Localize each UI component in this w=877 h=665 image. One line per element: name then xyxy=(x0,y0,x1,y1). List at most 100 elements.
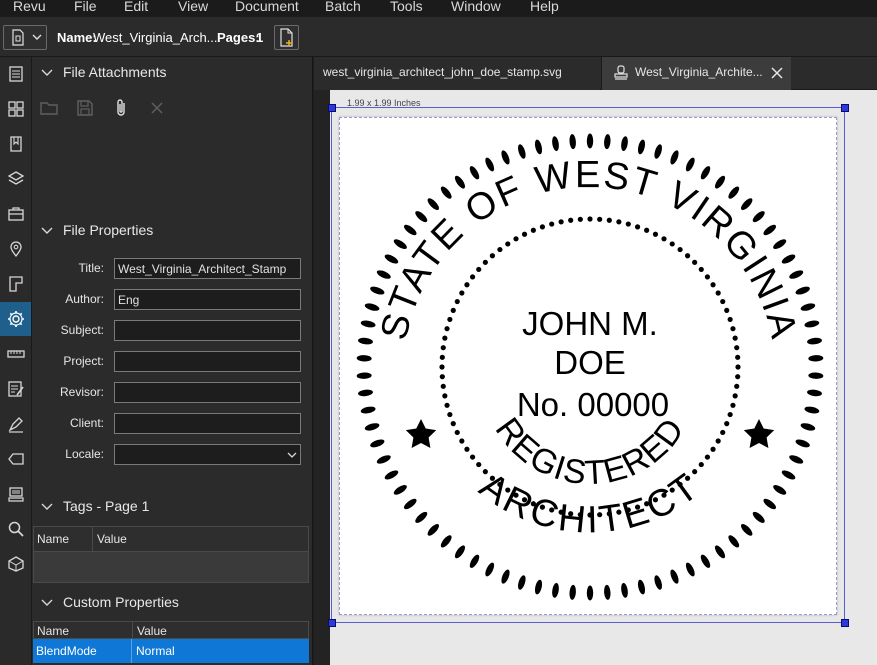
rail-stamp-button[interactable] xyxy=(0,477,31,511)
ring-dash xyxy=(621,136,628,152)
rail-measure-button[interactable] xyxy=(0,267,31,301)
custom-row-value[interactable]: Normal xyxy=(136,644,175,658)
tab-svg-file[interactable]: west_virginia_architect_john_doe_stamp.s… xyxy=(314,57,600,90)
menu-batch[interactable]: Batch xyxy=(325,0,361,14)
menu-window[interactable]: Window xyxy=(451,0,501,14)
panel-rail xyxy=(0,57,32,665)
table-row[interactable]: BlendMode Normal xyxy=(33,639,309,663)
architect-stamp[interactable]: STATE OF WEST VIRGINIA REGISTERED ARCHIT… xyxy=(339,117,837,615)
file-properties-title: File Properties xyxy=(63,222,154,238)
custom-properties-header[interactable]: Custom Properties xyxy=(32,592,313,614)
column-divider[interactable] xyxy=(132,622,133,639)
author-label: Author: xyxy=(65,292,104,306)
resize-handle-top-right[interactable] xyxy=(841,104,849,112)
rail-signature-button[interactable] xyxy=(0,407,31,441)
ring-dash xyxy=(800,423,816,431)
dimension-label: 1.99 x 1.99 Inches xyxy=(347,98,421,108)
menu-edit[interactable]: Edit xyxy=(124,0,148,14)
resize-handle-bottom-left[interactable] xyxy=(328,619,336,627)
rail-thumbnails-button[interactable] xyxy=(0,57,31,91)
subject-label: Subject: xyxy=(60,323,104,337)
ring-dash xyxy=(569,584,576,600)
rail-tag-button[interactable] xyxy=(0,442,31,476)
ring-dash xyxy=(685,157,695,172)
markups-icon xyxy=(7,381,24,397)
rail-layers-button[interactable] xyxy=(0,162,31,196)
ring-dot xyxy=(669,241,675,247)
document-menu-button[interactable] xyxy=(3,25,47,50)
resize-handle-top-left[interactable] xyxy=(328,104,336,112)
paperclip-icon xyxy=(117,99,125,116)
ring-dash xyxy=(700,554,711,568)
title-field[interactable] xyxy=(114,258,301,279)
tags-header[interactable]: Tags - Page 1 xyxy=(32,496,313,518)
add-attachment-button[interactable] xyxy=(110,97,132,119)
ring-dot xyxy=(734,383,740,389)
client-field[interactable] xyxy=(114,413,301,434)
menu-tools[interactable]: Tools xyxy=(390,0,423,14)
file-attachments-header[interactable]: File Attachments xyxy=(32,62,313,84)
menu-revu[interactable]: Revu xyxy=(13,0,46,14)
ring-dash xyxy=(763,498,777,510)
ring-dot xyxy=(724,421,730,427)
revisor-field[interactable] xyxy=(114,382,301,403)
menu-help[interactable]: Help xyxy=(530,0,559,14)
ring-dot xyxy=(440,383,446,389)
ring-dot xyxy=(497,246,503,253)
author-field[interactable] xyxy=(114,289,301,310)
ring-dot xyxy=(644,227,650,233)
rail-properties-button[interactable] xyxy=(0,302,31,336)
custom-col-value[interactable]: Value xyxy=(137,624,167,638)
tags-grid-header: Name Value xyxy=(34,527,308,552)
rail-bookmarks-button[interactable] xyxy=(0,127,31,161)
ring-dash xyxy=(586,585,594,601)
ring-dash xyxy=(714,175,726,189)
ring-dash xyxy=(552,582,559,598)
tags-col-value[interactable]: Value xyxy=(97,532,127,546)
ring-dot xyxy=(558,219,564,225)
column-divider[interactable] xyxy=(92,527,93,551)
custom-col-name[interactable]: Name xyxy=(37,624,69,638)
menu-file[interactable]: File xyxy=(74,0,97,14)
project-field[interactable] xyxy=(114,351,301,372)
locale-select[interactable] xyxy=(114,444,301,465)
ring-dash xyxy=(807,389,822,397)
rail-markups-button[interactable] xyxy=(0,372,31,406)
ring-dash xyxy=(654,144,662,159)
rail-places-button[interactable] xyxy=(0,232,31,266)
save-icon xyxy=(77,100,93,116)
tab-stamp-file[interactable]: West_Virginia_Archite... xyxy=(601,57,791,90)
ring-dot xyxy=(513,236,519,242)
properties-panel: File Attachments File Properties Title: … xyxy=(32,57,313,665)
ring-dash xyxy=(518,575,526,590)
rail-grid-button[interactable] xyxy=(0,92,31,126)
ring-dash xyxy=(800,303,816,311)
rail-3d-button[interactable] xyxy=(0,547,31,581)
rail-toolchest-button[interactable] xyxy=(0,197,31,231)
ring-dot xyxy=(692,469,698,475)
chevron-down-icon xyxy=(41,69,53,76)
remove-attachment-button[interactable] xyxy=(146,97,168,119)
ring-dash xyxy=(440,535,452,548)
menu-view[interactable]: View xyxy=(178,0,208,14)
ring-dot xyxy=(450,307,456,313)
ring-dash xyxy=(427,198,439,211)
menu-document[interactable]: Document xyxy=(235,0,299,14)
rail-ruler-button[interactable] xyxy=(0,337,31,371)
custom-grid-header: Name Value xyxy=(33,621,309,639)
tags-col-name[interactable]: Name xyxy=(37,532,69,546)
close-icon[interactable] xyxy=(770,66,784,80)
save-attachment-button[interactable] xyxy=(74,97,96,119)
open-attachment-button[interactable] xyxy=(38,97,60,119)
ring-dot xyxy=(440,345,446,351)
insert-page-button[interactable] xyxy=(274,25,299,50)
rail-search-button[interactable] xyxy=(0,512,31,546)
ring-dot xyxy=(616,219,622,225)
tags-grid-body[interactable] xyxy=(34,552,308,582)
ring-dot xyxy=(710,446,716,452)
document-canvas[interactable]: 1.99 x 1.99 Inches STATE OF WEST VIRGINI… xyxy=(314,90,877,665)
file-properties-header[interactable]: File Properties xyxy=(32,220,313,242)
resize-handle-bottom-right[interactable] xyxy=(841,619,849,627)
ring-dot xyxy=(698,461,704,468)
subject-field[interactable] xyxy=(114,320,301,341)
